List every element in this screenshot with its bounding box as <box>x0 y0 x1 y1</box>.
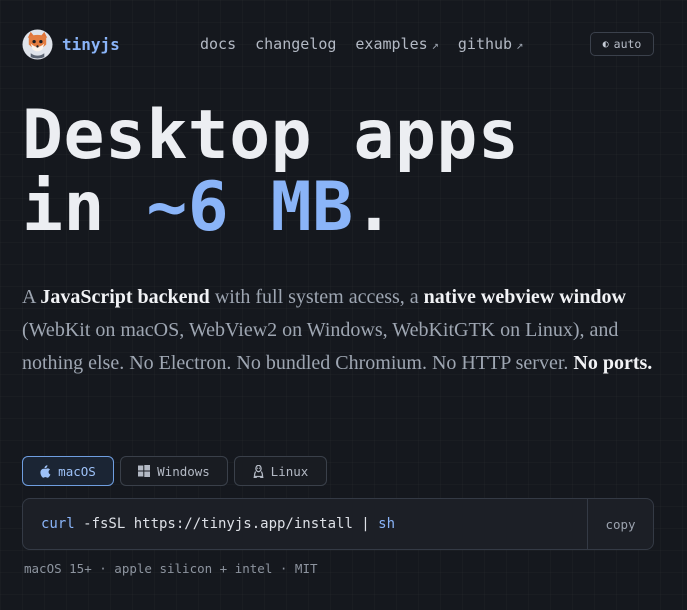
hero-title: Desktop apps in ~6 MB. <box>22 100 662 244</box>
fox-logo-icon <box>22 28 53 60</box>
hero-line-1: Desktop apps <box>22 96 520 175</box>
nav-link-label: docs <box>200 35 237 53</box>
lede-text: (WebKit on macOS, WebView2 on Windows, W… <box>22 319 619 374</box>
tab-linux[interactable]: Linux <box>234 456 327 486</box>
hero-description: A JavaScript backend with full system ac… <box>22 281 664 380</box>
install-command[interactable]: curl -fsSL https://tinyjs.app/install | … <box>41 499 395 549</box>
tab-label: Windows <box>157 463 210 479</box>
hero-line-2-suffix: . <box>353 168 395 247</box>
lede-emphasis: No ports. <box>573 352 653 374</box>
nav-link-github[interactable]: github ↗ <box>458 35 523 53</box>
lede-text: with full system access, a <box>209 286 424 308</box>
nav-link-label: examples <box>355 35 428 53</box>
theme-toggle-button[interactable]: ◐ auto <box>590 32 654 56</box>
brand-home-link[interactable]: tinyjs <box>22 28 120 60</box>
theme-label: auto <box>613 37 642 51</box>
external-arrow-icon: ↗ <box>516 38 524 52</box>
tab-windows[interactable]: Windows <box>120 456 228 486</box>
lede-text: A <box>22 286 41 308</box>
nav-links: docs changelog examples ↗ github ↗ <box>200 28 523 60</box>
linux-icon <box>253 464 264 478</box>
nav-link-examples[interactable]: examples ↗ <box>355 35 438 53</box>
nav-link-docs[interactable]: docs <box>200 35 236 53</box>
tab-label: Linux <box>270 463 309 479</box>
apple-icon <box>40 464 51 478</box>
hero-size-highlight: ~6 MB <box>146 168 354 247</box>
top-nav: tinyjs docs changelog examples ↗ github ↗ … <box>22 28 654 60</box>
cmd-keyword: curl <box>41 516 75 532</box>
tab-macos[interactable]: macOS <box>22 456 114 486</box>
copy-button[interactable]: copy <box>587 499 653 549</box>
tab-label: macOS <box>58 463 96 479</box>
nav-link-changelog[interactable]: changelog <box>255 35 336 53</box>
external-arrow-icon: ↗ <box>431 38 439 52</box>
cmd-args: -fsSL https://tinyjs.app/install | <box>74 516 379 532</box>
cmd-shell: sh <box>378 516 396 532</box>
hero-line-2-prefix: in <box>22 168 147 247</box>
install-command-box: curl -fsSL https://tinyjs.app/install | … <box>22 498 654 550</box>
nav-link-label: changelog <box>255 35 337 53</box>
half-circle-icon: ◐ <box>602 38 609 50</box>
platform-meta: macOS 15+ · apple silicon + intel · MIT <box>24 561 318 576</box>
os-tabs: macOS Windows Linux <box>22 456 327 486</box>
brand-name: tinyjs <box>62 34 120 54</box>
lede-emphasis: JavaScript backend <box>40 286 210 308</box>
nav-link-label: github <box>457 35 513 53</box>
lede-emphasis: native webview window <box>423 286 626 308</box>
windows-icon <box>138 465 151 477</box>
